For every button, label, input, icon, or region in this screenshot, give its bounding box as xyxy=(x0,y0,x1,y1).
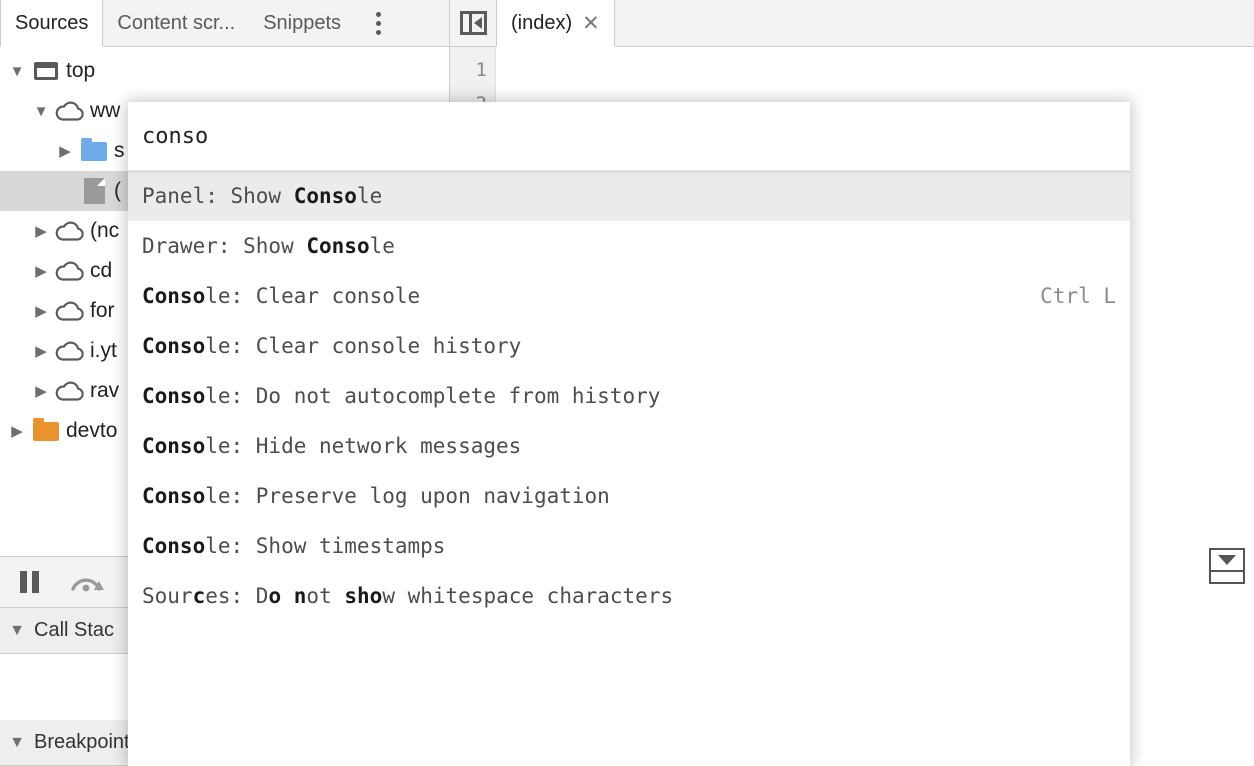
chevron-right-icon[interactable] xyxy=(30,384,52,399)
chevron-down-icon[interactable] xyxy=(30,104,52,119)
sources-tabbar: Sources Content scr... Snippets xyxy=(0,0,449,47)
kebab-dot xyxy=(375,11,381,17)
command-palette-item-text: Console: Do not autocomplete from histor… xyxy=(142,384,661,408)
command-palette-item-text: Drawer: Show Console xyxy=(142,234,395,258)
cloud-icon xyxy=(52,300,88,322)
command-palette-item-text: Console: Preserve log upon navigation xyxy=(142,484,610,508)
cloud-icon xyxy=(52,260,88,282)
editor-tab-index[interactable]: (index) ✕ xyxy=(496,0,615,47)
chevron-right-icon[interactable] xyxy=(30,344,52,359)
tab-sources[interactable]: Sources xyxy=(0,0,104,47)
cloud-icon xyxy=(52,220,88,242)
command-palette-item[interactable]: Console: Do not autocomplete from histor… xyxy=(128,371,1130,421)
command-palette-item-text: Console: Hide network messages xyxy=(142,434,522,458)
tab-sources-label: Sources xyxy=(15,11,89,34)
section-call-stack-label: Call Stac xyxy=(34,619,115,641)
scroll-down-stub xyxy=(1211,572,1243,582)
step-over-icon[interactable] xyxy=(58,569,116,595)
cloud-icon xyxy=(52,380,88,402)
command-palette-item[interactable]: Sources: Do not show whitespace characte… xyxy=(128,571,1130,621)
command-palette-item-text: Console: Clear console xyxy=(142,284,421,308)
tree-item-label: (nc xyxy=(90,219,120,242)
close-icon[interactable]: ✕ xyxy=(582,13,600,34)
chevron-down-icon[interactable] xyxy=(0,623,34,639)
command-palette-item-shortcut: Ctrl L xyxy=(1040,284,1116,308)
folder-icon xyxy=(76,137,112,161)
tree-item-label: ww xyxy=(90,99,121,122)
command-palette-item-text: Sources: Do not show whitespace characte… xyxy=(142,584,674,608)
tree-item-label: cd xyxy=(90,259,113,282)
tab-content-scripts[interactable]: Content scr... xyxy=(103,0,249,46)
tab-snippets[interactable]: Snippets xyxy=(249,0,355,46)
command-palette-item[interactable]: Panel: Show Console xyxy=(128,171,1130,221)
tab-snippets-label: Snippets xyxy=(263,11,342,34)
tree-item-label: i.yt xyxy=(90,339,117,362)
command-palette-item[interactable]: Drawer: Show Console xyxy=(128,221,1130,271)
step-over-icon-svg xyxy=(71,578,104,592)
chevron-right-icon[interactable] xyxy=(6,424,28,439)
kebab-dot xyxy=(375,20,381,26)
command-palette-results: Panel: Show Console Drawer: Show Console… xyxy=(128,170,1130,766)
scroll-down-arrow-glyph xyxy=(1211,550,1243,572)
tree-item-label: s xyxy=(114,139,125,162)
tree-item-label: rav xyxy=(90,379,120,402)
chevron-down-icon[interactable] xyxy=(0,735,34,751)
command-palette-item-text: Console: Show timestamps xyxy=(142,534,446,558)
tabbar-spacer xyxy=(401,0,449,46)
command-palette-item[interactable]: Console: Clear console history xyxy=(128,321,1130,371)
chevron-down-icon[interactable] xyxy=(6,64,28,79)
pause-icon[interactable] xyxy=(0,571,58,593)
tab-content-scripts-label: Content scr... xyxy=(117,11,236,34)
section-breakpoints-label: Breakpoint xyxy=(34,731,130,753)
devtools-window: Sources Content scr... Snippets top xyxy=(0,0,1254,766)
cloud-icon xyxy=(52,340,88,362)
tabbar-spacer xyxy=(615,0,1254,46)
show-navigator-icon[interactable] xyxy=(450,0,496,46)
command-palette-input[interactable] xyxy=(142,123,1116,149)
command-palette-item[interactable]: Console: Show timestamps xyxy=(128,521,1130,571)
file-icon xyxy=(76,178,112,204)
command-palette-item[interactable]: Console: Hide network messages xyxy=(128,421,1130,471)
kebab-menu-icon[interactable] xyxy=(355,0,401,46)
chevron-right-icon[interactable] xyxy=(30,264,52,279)
line-number: 1 xyxy=(475,59,487,81)
scroll-down-arrow-icon[interactable] xyxy=(1209,548,1245,584)
folder-orange-icon xyxy=(28,417,64,441)
cloud-icon-svg xyxy=(55,101,84,121)
chevron-right-icon[interactable] xyxy=(54,144,76,159)
cloud-icon xyxy=(52,100,88,122)
command-palette-item[interactable]: Console: Preserve log upon navigation xyxy=(128,471,1130,521)
command-palette-item[interactable]: Console: Clear console Ctrl L xyxy=(128,271,1130,321)
chevron-right-icon[interactable] xyxy=(30,304,52,319)
frame-icon xyxy=(28,62,64,80)
editor-tabbar: (index) ✕ xyxy=(450,0,1254,47)
tree-item-label: for xyxy=(90,299,115,322)
tree-item-label: ( xyxy=(114,179,121,202)
command-palette-item-text: Panel: Show Console xyxy=(142,184,383,208)
command-palette-input-wrap xyxy=(128,102,1130,170)
command-palette[interactable]: Panel: Show Console Drawer: Show Console… xyxy=(128,102,1130,766)
tree-item-label: top xyxy=(66,59,96,82)
tree-item-label: devto xyxy=(66,419,118,442)
chevron-right-icon[interactable] xyxy=(30,224,52,239)
editor-tab-label: (index) xyxy=(511,11,573,34)
tree-item-top[interactable]: top xyxy=(0,51,449,91)
command-palette-item-text: Console: Clear console history xyxy=(142,334,522,358)
kebab-dot xyxy=(375,29,381,35)
